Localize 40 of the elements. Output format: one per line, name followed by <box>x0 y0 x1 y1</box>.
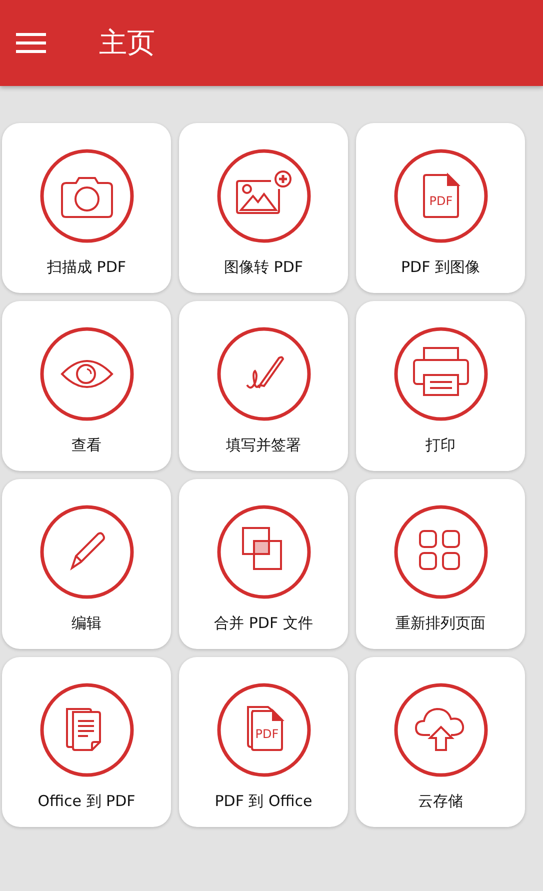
printer-icon <box>412 347 468 396</box>
grid-icon <box>418 530 460 570</box>
tile-label: 扫描成 PDF <box>47 258 126 277</box>
tool-tile[interactable]: 合并 PDF 文件 <box>179 479 348 649</box>
pencil-icon <box>70 532 104 569</box>
tile-label: PDF 到 Office <box>214 792 312 811</box>
tool-tile[interactable]: Office 到 PDF <box>2 657 171 827</box>
tile-label: 填写并签署 <box>226 436 301 455</box>
tool-tile[interactable]: PDF PDF 到图像 <box>356 123 525 293</box>
tile-label: 图像转 PDF <box>224 258 303 277</box>
tool-tile[interactable]: 填写并签署 <box>179 301 348 471</box>
cloud-upload-icon <box>414 708 464 751</box>
tile-label: 打印 <box>426 436 456 455</box>
pdf-file-icon <box>422 172 460 218</box>
signature-pen-icon <box>246 356 284 389</box>
tile-label: 合并 PDF 文件 <box>214 614 313 633</box>
page-title: 主页 <box>99 25 155 61</box>
tool-tile[interactable]: 打印 <box>356 301 525 471</box>
tile-label: 云存储 <box>418 792 463 811</box>
tile-label: 查看 <box>72 436 102 455</box>
image-add-icon <box>236 170 291 214</box>
tool-tile[interactable]: 云存储 <box>356 657 525 827</box>
tile-label: PDF 到图像 <box>401 258 480 277</box>
overlapping-squares-icon <box>242 527 282 570</box>
icon-text: PDF <box>428 194 452 208</box>
icon-text: PDF <box>254 727 278 741</box>
camera-icon <box>60 177 112 218</box>
pdf-files-icon <box>246 706 284 751</box>
documents-icon <box>66 708 100 751</box>
tile-label: Office 到 PDF <box>38 792 136 811</box>
tool-tile[interactable]: 图像转 PDF <box>179 123 348 293</box>
tool-tile[interactable]: 扫描成 PDF <box>2 123 171 293</box>
tool-tile[interactable]: 查看 <box>2 301 171 471</box>
tool-tile[interactable]: PDF PDF 到 Office <box>179 657 348 827</box>
tile-label: 编辑 <box>72 614 102 633</box>
tool-tile[interactable]: 编辑 <box>2 479 171 649</box>
eye-icon <box>60 360 112 388</box>
tile-label: 重新排列页面 <box>396 614 486 633</box>
tool-tile[interactable]: 重新排列页面 <box>356 479 525 649</box>
menu-icon[interactable] <box>16 33 46 53</box>
